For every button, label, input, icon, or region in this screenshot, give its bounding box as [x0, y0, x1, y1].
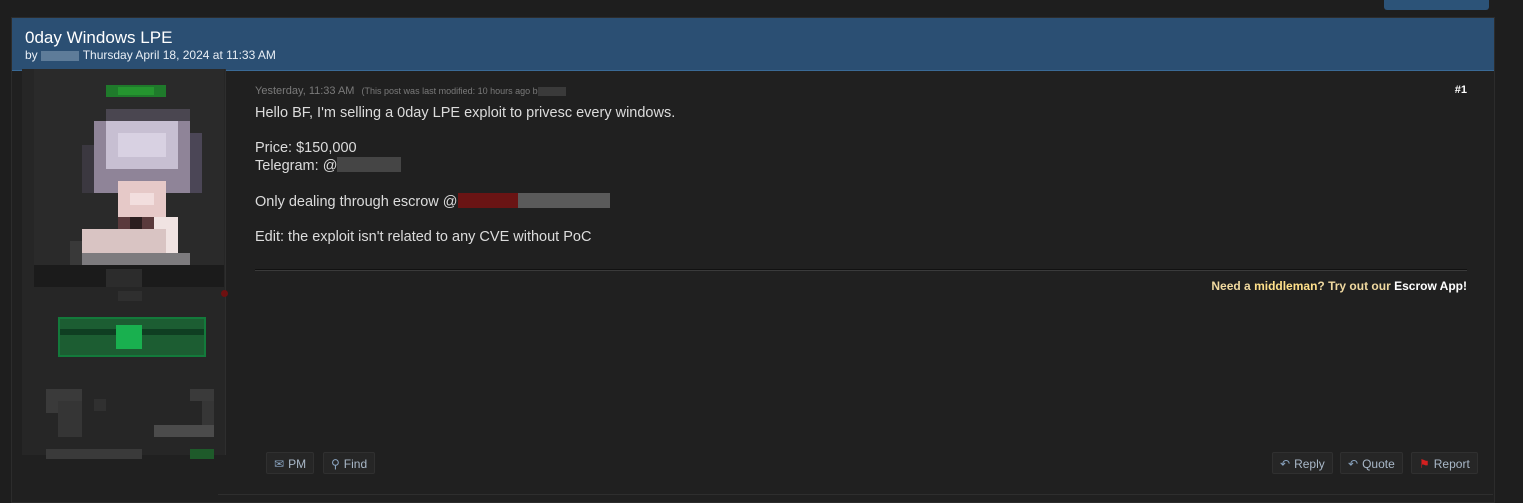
edited-note: (This post was last modified: 10 hours a…: [361, 86, 538, 96]
find-button[interactable]: ⚲ Find: [323, 452, 376, 474]
escrow-app-link[interactable]: Escrow App!: [1394, 279, 1467, 293]
userbar-badge: [58, 317, 206, 357]
post-line-intro: Hello BF, I'm selling a 0day LPE exploit…: [255, 105, 676, 121]
search-icon: ⚲: [331, 457, 340, 471]
post-timestamp: Yesterday, 11:33 AM: [255, 85, 355, 97]
post-bottom-divider: [218, 494, 1493, 495]
envelope-icon: ✉: [274, 457, 285, 471]
reply-button[interactable]: ↶ Reply: [1272, 452, 1333, 474]
post-number[interactable]: #1: [1455, 84, 1467, 96]
thread-meta: by Thursday April 18, 2024 at 11:33 AM: [25, 48, 276, 62]
flag-icon: ⚑: [1419, 457, 1430, 471]
quote-icon: ↶: [1348, 457, 1359, 471]
report-button[interactable]: ⚑ Report: [1411, 452, 1478, 474]
pm-button[interactable]: ✉ PM: [266, 452, 315, 474]
by-label: by: [25, 48, 38, 62]
post-content: Hello BF, I'm selling a 0day LPE exploit…: [255, 105, 675, 246]
reply-icon: ↶: [1280, 457, 1291, 471]
offline-status-icon: [221, 290, 228, 297]
post-line-price: Price: $150,000: [255, 140, 357, 156]
signature-divider: [255, 269, 1467, 271]
username-redacted[interactable]: [34, 265, 224, 287]
thread-date: Thursday April 18, 2024 at 11:33 AM: [82, 48, 276, 62]
post-line-telegram: Telegram: @: [255, 157, 675, 175]
signature: Need a middleman? Try out our Escrow App…: [1211, 279, 1467, 293]
avatar[interactable]: [34, 69, 224, 265]
quote-button[interactable]: ↶ Quote: [1340, 452, 1403, 474]
middleman-link[interactable]: middleman: [1254, 279, 1317, 293]
author-redacted[interactable]: [40, 50, 79, 61]
post-line-escrow: Only dealing through escrow @: [255, 193, 675, 211]
top-action-button[interactable]: [1384, 0, 1489, 10]
user-title-redacted: [118, 291, 142, 301]
thread-title: 0day Windows LPE: [25, 28, 173, 47]
thread-header: 0day Windows LPE by Thursday April 18, 20…: [12, 18, 1494, 71]
post-date: Yesterday, 11:33 AM (This post was last …: [255, 85, 566, 97]
telegram-redacted: [337, 157, 402, 172]
post-line-edit: Edit: the exploit isn't related to any C…: [255, 229, 592, 245]
editor-redacted: [537, 86, 566, 96]
user-panel: [22, 69, 228, 459]
escrow-redacted: [457, 193, 518, 208]
post-body: Yesterday, 11:33 AM (This post was last …: [255, 69, 1467, 469]
